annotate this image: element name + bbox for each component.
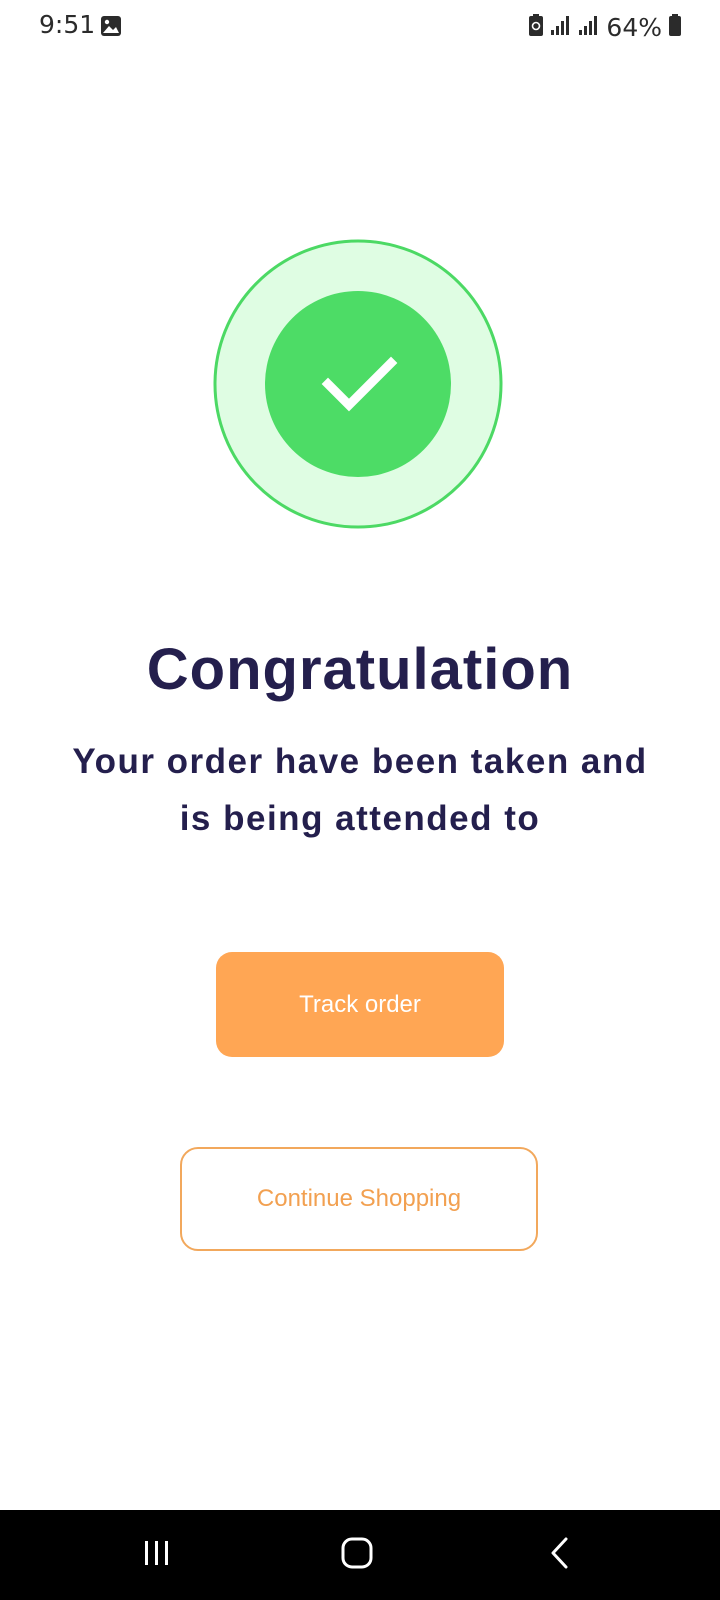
continue-shopping-button[interactable]: Continue Shopping bbox=[180, 1147, 538, 1251]
system-nav-bar bbox=[0, 1510, 720, 1600]
home-button[interactable] bbox=[297, 1510, 417, 1600]
confirmation-message-line: Your order have been taken and bbox=[72, 742, 648, 781]
back-button[interactable] bbox=[500, 1510, 620, 1600]
recent-apps-button[interactable] bbox=[97, 1510, 217, 1600]
battery-icon bbox=[668, 13, 682, 42]
battery-saver-icon bbox=[528, 13, 544, 42]
back-icon bbox=[548, 1536, 572, 1575]
page-title: Congratulation bbox=[146, 637, 574, 702]
order-success-screen: 9:51 64% Congratulation Your order have … bbox=[0, 0, 720, 1600]
success-badge bbox=[213, 239, 503, 529]
signal-icon bbox=[578, 14, 600, 41]
recent-apps-icon bbox=[142, 1538, 172, 1573]
home-icon bbox=[341, 1537, 373, 1574]
gallery-icon bbox=[100, 15, 122, 37]
confirmation-message-line: is being attended to bbox=[179, 799, 541, 838]
track-order-button[interactable]: Track order bbox=[216, 952, 504, 1057]
signal-icon bbox=[550, 14, 572, 41]
confirmation-message: Your order have been taken and is being … bbox=[50, 733, 670, 847]
battery-percent: 64% bbox=[606, 12, 662, 42]
status-time: 9:51 bbox=[39, 10, 96, 39]
status-bar: 9:51 64% bbox=[0, 0, 720, 54]
status-icons: 64% bbox=[528, 10, 682, 44]
